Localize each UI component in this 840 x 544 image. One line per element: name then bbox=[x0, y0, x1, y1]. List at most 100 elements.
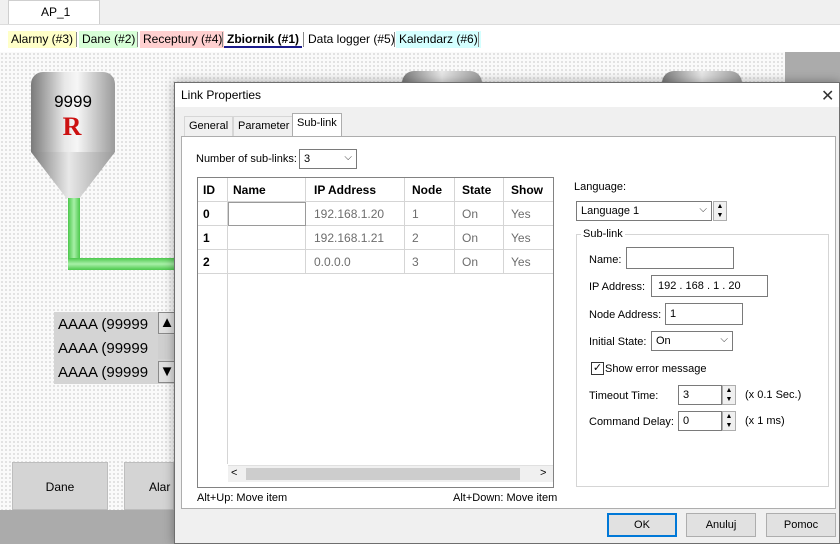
tab-dane[interactable]: Dane (#2) bbox=[79, 31, 139, 48]
cancel-button[interactable]: Anuluj bbox=[686, 513, 756, 537]
tab-alarmy[interactable]: Alarmy (#3) bbox=[8, 31, 77, 48]
hint-move-up: Alt+Up: Move item bbox=[197, 492, 288, 504]
node-address-field[interactable]: 1 bbox=[665, 303, 743, 325]
name-field[interactable] bbox=[626, 247, 734, 269]
tab-separator bbox=[137, 32, 138, 47]
ip-address-field[interactable]: 192 . 168 . 1 . 20 bbox=[651, 275, 768, 297]
show-error-checkbox[interactable]: ✓ bbox=[591, 362, 604, 375]
horizontal-scrollbar[interactable]: < > bbox=[228, 465, 553, 482]
page-tab-bar: Alarmy (#3) Dane (#2) Receptury (#4) Zbi… bbox=[0, 24, 840, 52]
table-cell-name[interactable] bbox=[228, 226, 306, 250]
sub-link-group-label: Sub-link bbox=[581, 228, 625, 240]
list-item: AAAA (99999 bbox=[58, 364, 149, 381]
table-row-id[interactable]: 0 bbox=[198, 202, 228, 226]
name-label: Name: bbox=[589, 254, 622, 266]
command-delay-unit: (x 1 ms) bbox=[745, 415, 785, 427]
table-cell-show[interactable]: Yes bbox=[504, 250, 553, 274]
column-header-name[interactable]: Name bbox=[228, 178, 306, 202]
ip-octet[interactable]: 168 bbox=[686, 280, 704, 292]
language-spinner[interactable]: ▲ ▼ bbox=[713, 201, 727, 221]
list-item: AAAA (99999 bbox=[58, 340, 149, 357]
node-address-label: Node Address: bbox=[589, 309, 662, 321]
table-cell-state[interactable]: On bbox=[455, 202, 504, 226]
chevron-down-icon: ⌵ bbox=[720, 334, 728, 345]
tank-letter-label: R bbox=[62, 112, 82, 141]
timeout-spinner[interactable]: ▲ ▼ bbox=[722, 385, 736, 405]
dialog-title-bar[interactable]: Link Properties ✕ bbox=[175, 83, 839, 107]
table-cell-show[interactable]: Yes bbox=[504, 202, 553, 226]
column-header-id[interactable]: ID bbox=[198, 178, 228, 202]
tab-general[interactable]: General bbox=[184, 116, 234, 136]
row-header-column bbox=[198, 274, 228, 464]
dialog-title: Link Properties bbox=[181, 88, 262, 102]
help-button[interactable]: Pomoc bbox=[766, 513, 836, 537]
alarm-button-object[interactable]: Alar bbox=[124, 462, 174, 510]
ip-address-label: IP Address: bbox=[589, 281, 646, 293]
timeout-unit: (x 0.1 Sec.) bbox=[745, 389, 802, 401]
num-sublinks-value: 3 bbox=[304, 153, 311, 165]
table-cell-show[interactable]: Yes bbox=[504, 226, 553, 250]
link-properties-dialog: Link Properties ✕ General Parameter Sub-… bbox=[174, 82, 840, 544]
num-sublinks-select[interactable]: 3 ⌵ bbox=[299, 149, 357, 169]
sub-link-groupbox bbox=[576, 234, 829, 487]
language-label: Language: bbox=[574, 181, 626, 193]
close-icon[interactable]: ✕ bbox=[821, 86, 834, 106]
table-cell-state[interactable]: On bbox=[455, 226, 504, 250]
tab-separator bbox=[303, 32, 304, 47]
command-delay-field[interactable]: 0 bbox=[678, 411, 722, 431]
command-delay-spinner[interactable]: ▲ ▼ bbox=[722, 411, 736, 431]
hint-move-down: Alt+Down: Move item bbox=[453, 492, 558, 504]
show-error-label: Show error message bbox=[605, 363, 707, 375]
table-cell-name[interactable] bbox=[228, 250, 306, 274]
timeout-field[interactable]: 3 bbox=[678, 385, 722, 405]
scroll-left-icon[interactable]: < bbox=[231, 467, 237, 479]
table-cell-node[interactable]: 3 bbox=[405, 250, 455, 274]
language-select[interactable]: Language 1 ⌵ bbox=[576, 201, 712, 221]
table-cell-ip[interactable]: 192.168.1.20 bbox=[306, 202, 405, 226]
tab-receptury[interactable]: Receptury (#4) bbox=[140, 31, 226, 48]
tab-separator bbox=[222, 32, 223, 47]
language-value: Language 1 bbox=[581, 205, 640, 217]
column-header-state[interactable]: State bbox=[455, 178, 504, 202]
initial-state-label: Initial State: bbox=[589, 336, 647, 348]
table-cell-node[interactable]: 1 bbox=[405, 202, 455, 226]
ip-octet[interactable]: 192 bbox=[658, 280, 676, 292]
tab-separator bbox=[394, 32, 395, 47]
timeout-label: Timeout Time: bbox=[589, 390, 659, 402]
table-cell-name[interactable] bbox=[228, 202, 306, 226]
document-tab[interactable]: AP_1 bbox=[8, 0, 100, 24]
initial-state-select[interactable]: On ⌵ bbox=[651, 331, 733, 351]
table-cell-ip[interactable]: 192.168.1.21 bbox=[306, 226, 405, 250]
tank-value-display: 9999 bbox=[54, 92, 92, 111]
column-header-ip[interactable]: IP Address bbox=[306, 178, 405, 202]
ip-octet[interactable]: 20 bbox=[728, 280, 740, 292]
tab-separator bbox=[76, 32, 77, 47]
table-row-id[interactable]: 2 bbox=[198, 250, 228, 274]
initial-state-value: On bbox=[656, 335, 671, 347]
table-cell-node[interactable]: 2 bbox=[405, 226, 455, 250]
tab-sub-link[interactable]: Sub-link bbox=[292, 113, 342, 137]
table-cell-ip[interactable]: 0.0.0.0 bbox=[306, 250, 405, 274]
table-row-id[interactable]: 1 bbox=[198, 226, 228, 250]
tab-kalendarz[interactable]: Kalendarz (#6) bbox=[396, 31, 481, 48]
scroll-right-icon[interactable]: > bbox=[540, 467, 546, 479]
tab-zbiornik[interactable]: Zbiornik (#1) bbox=[224, 31, 303, 48]
sublink-grid[interactable]: ID Name IP Address Node State Show 0 192… bbox=[197, 177, 554, 488]
tab-parameter[interactable]: Parameter bbox=[233, 116, 295, 136]
list-box-object[interactable]: AAAA (99999 AAAA (99999 AAAA (99999 ▲ ▼ bbox=[54, 312, 176, 384]
column-header-node[interactable]: Node bbox=[405, 178, 455, 202]
scrollbar-thumb[interactable] bbox=[246, 468, 520, 480]
tab-data-logger[interactable]: Data logger (#5) bbox=[305, 31, 398, 48]
pipe-horizontal[interactable] bbox=[68, 258, 176, 270]
command-delay-label: Command Delay: bbox=[589, 416, 674, 428]
num-sublinks-label: Number of sub-links: bbox=[196, 153, 297, 165]
ip-octet[interactable]: 1 bbox=[713, 280, 719, 292]
dane-button-object[interactable]: Dane bbox=[12, 462, 108, 510]
ok-button[interactable]: OK bbox=[607, 513, 677, 537]
chevron-down-icon: ⌵ bbox=[699, 204, 707, 215]
tab-separator bbox=[478, 32, 479, 47]
column-header-show[interactable]: Show bbox=[504, 178, 553, 202]
list-item: AAAA (99999 bbox=[58, 316, 149, 333]
chevron-down-icon: ⌵ bbox=[344, 152, 352, 163]
table-cell-state[interactable]: On bbox=[455, 250, 504, 274]
